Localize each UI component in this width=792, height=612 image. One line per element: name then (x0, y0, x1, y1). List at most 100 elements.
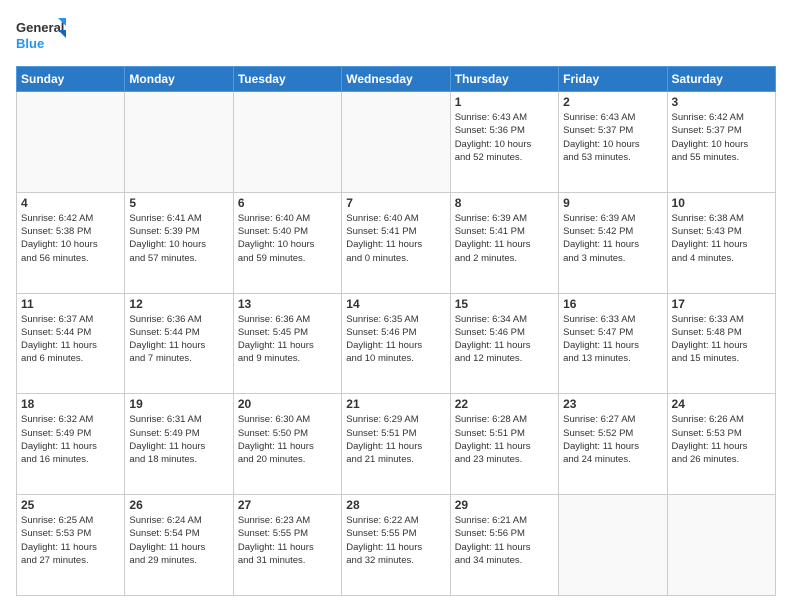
day-number: 20 (238, 397, 337, 411)
day-number: 25 (21, 498, 120, 512)
weekday-header: Thursday (450, 67, 558, 92)
weekday-header: Wednesday (342, 67, 450, 92)
weekday-header: Friday (559, 67, 667, 92)
day-info: Sunrise: 6:43 AMSunset: 5:36 PMDaylight:… (455, 111, 554, 164)
day-info: Sunrise: 6:22 AMSunset: 5:55 PMDaylight:… (346, 514, 445, 567)
day-info: Sunrise: 6:41 AMSunset: 5:39 PMDaylight:… (129, 212, 228, 265)
day-info: Sunrise: 6:39 AMSunset: 5:42 PMDaylight:… (563, 212, 662, 265)
calendar-cell: 18 Sunrise: 6:32 AMSunset: 5:49 PMDayligh… (17, 394, 125, 495)
calendar-cell: 16Sunrise: 6:33 AMSunset: 5:47 PMDayligh… (559, 293, 667, 394)
day-info: Sunrise: 6:25 AMSunset: 5:53 PMDaylight:… (21, 514, 120, 567)
calendar-cell (559, 495, 667, 596)
calendar-cell: 13 Sunrise: 6:36 AMSunset: 5:45 PMDayligh… (233, 293, 341, 394)
calendar-cell: 5Sunrise: 6:41 AMSunset: 5:39 PMDaylight… (125, 192, 233, 293)
calendar-cell: 28 Sunrise: 6:22 AMSunset: 5:55 PMDayligh… (342, 495, 450, 596)
day-number: 24 (672, 397, 771, 411)
calendar-cell: 26Sunrise: 6:24 AMSunset: 5:54 PMDayligh… (125, 495, 233, 596)
day-number: 22 (455, 397, 554, 411)
day-info: Sunrise: 6:36 AMSunset: 5:45 PMDaylight:… (238, 313, 337, 366)
day-info: Sunrise: 6:40 AMSunset: 5:40 PMDaylight:… (238, 212, 337, 265)
calendar-cell: 19Sunrise: 6:31 AMSunset: 5:49 PMDayligh… (125, 394, 233, 495)
calendar-cell: 29Sunrise: 6:21 AMSunset: 5:56 PMDayligh… (450, 495, 558, 596)
calendar-cell: 7 Sunrise: 6:40 AMSunset: 5:41 PMDaylight… (342, 192, 450, 293)
calendar-week-row: 4 Sunrise: 6:42 AMSunset: 5:38 PMDaylight… (17, 192, 776, 293)
calendar-table: SundayMondayTuesdayWednesdayThursdayFrid… (16, 66, 776, 596)
day-number: 1 (455, 95, 554, 109)
day-info: Sunrise: 6:27 AMSunset: 5:52 PMDaylight:… (563, 413, 662, 466)
calendar-cell: 25 Sunrise: 6:25 AMSunset: 5:53 PMDayligh… (17, 495, 125, 596)
day-number: 3 (672, 95, 771, 109)
day-info: Sunrise: 6:29 AMSunset: 5:51 PMDaylight:… (346, 413, 445, 466)
day-number: 4 (21, 196, 120, 210)
day-number: 29 (455, 498, 554, 512)
calendar-cell: 23Sunrise: 6:27 AMSunset: 5:52 PMDayligh… (559, 394, 667, 495)
day-number: 6 (238, 196, 337, 210)
calendar-cell: 20 Sunrise: 6:30 AMSunset: 5:50 PMDayligh… (233, 394, 341, 495)
weekday-header: Sunday (17, 67, 125, 92)
calendar-cell: 1 Sunrise: 6:43 AMSunset: 5:36 PMDaylight… (450, 92, 558, 193)
day-info: Sunrise: 6:42 AMSunset: 5:37 PMDaylight:… (672, 111, 771, 164)
calendar-cell: 17 Sunrise: 6:33 AMSunset: 5:48 PMDayligh… (667, 293, 775, 394)
day-number: 18 (21, 397, 120, 411)
day-info: Sunrise: 6:42 AMSunset: 5:38 PMDaylight:… (21, 212, 120, 265)
day-number: 27 (238, 498, 337, 512)
calendar-cell: 27 Sunrise: 6:23 AMSunset: 5:55 PMDayligh… (233, 495, 341, 596)
day-info: Sunrise: 6:23 AMSunset: 5:55 PMDaylight:… (238, 514, 337, 567)
logo: General Blue (16, 16, 66, 56)
day-info: Sunrise: 6:40 AMSunset: 5:41 PMDaylight:… (346, 212, 445, 265)
day-number: 13 (238, 297, 337, 311)
day-number: 21 (346, 397, 445, 411)
svg-text:Blue: Blue (16, 36, 44, 51)
calendar-cell: 10Sunrise: 6:38 AMSunset: 5:43 PMDayligh… (667, 192, 775, 293)
day-number: 12 (129, 297, 228, 311)
day-info: Sunrise: 6:30 AMSunset: 5:50 PMDaylight:… (238, 413, 337, 466)
day-info: Sunrise: 6:37 AMSunset: 5:44 PMDaylight:… (21, 313, 120, 366)
calendar-week-row: 11 Sunrise: 6:37 AMSunset: 5:44 PMDayligh… (17, 293, 776, 394)
calendar-cell: 8 Sunrise: 6:39 AMSunset: 5:41 PMDaylight… (450, 192, 558, 293)
day-info: Sunrise: 6:39 AMSunset: 5:41 PMDaylight:… (455, 212, 554, 265)
day-number: 11 (21, 297, 120, 311)
svg-text:General: General (16, 20, 64, 35)
day-info: Sunrise: 6:24 AMSunset: 5:54 PMDaylight:… (129, 514, 228, 567)
day-info: Sunrise: 6:26 AMSunset: 5:53 PMDaylight:… (672, 413, 771, 466)
day-info: Sunrise: 6:34 AMSunset: 5:46 PMDaylight:… (455, 313, 554, 366)
day-number: 8 (455, 196, 554, 210)
calendar-cell: 9 Sunrise: 6:39 AMSunset: 5:42 PMDaylight… (559, 192, 667, 293)
calendar-cell (667, 495, 775, 596)
weekday-header: Tuesday (233, 67, 341, 92)
day-number: 9 (563, 196, 662, 210)
day-number: 2 (563, 95, 662, 109)
calendar-cell (233, 92, 341, 193)
day-info: Sunrise: 6:35 AMSunset: 5:46 PMDaylight:… (346, 313, 445, 366)
day-info: Sunrise: 6:33 AMSunset: 5:48 PMDaylight:… (672, 313, 771, 366)
day-number: 16 (563, 297, 662, 311)
calendar-cell: 24 Sunrise: 6:26 AMSunset: 5:53 PMDayligh… (667, 394, 775, 495)
calendar-cell (342, 92, 450, 193)
day-info: Sunrise: 6:31 AMSunset: 5:49 PMDaylight:… (129, 413, 228, 466)
calendar-cell (125, 92, 233, 193)
day-info: Sunrise: 6:43 AMSunset: 5:37 PMDaylight:… (563, 111, 662, 164)
day-number: 15 (455, 297, 554, 311)
day-info: Sunrise: 6:28 AMSunset: 5:51 PMDaylight:… (455, 413, 554, 466)
calendar-cell (17, 92, 125, 193)
weekday-header: Saturday (667, 67, 775, 92)
day-number: 10 (672, 196, 771, 210)
calendar-cell: 2 Sunrise: 6:43 AMSunset: 5:37 PMDaylight… (559, 92, 667, 193)
calendar-week-row: 18 Sunrise: 6:32 AMSunset: 5:49 PMDayligh… (17, 394, 776, 495)
weekday-header: Monday (125, 67, 233, 92)
header: General Blue (16, 16, 776, 56)
calendar-week-row: 1 Sunrise: 6:43 AMSunset: 5:36 PMDaylight… (17, 92, 776, 193)
calendar-cell: 15 Sunrise: 6:34 AMSunset: 5:46 PMDayligh… (450, 293, 558, 394)
day-number: 7 (346, 196, 445, 210)
calendar-cell: 14Sunrise: 6:35 AMSunset: 5:46 PMDayligh… (342, 293, 450, 394)
calendar-cell: 4 Sunrise: 6:42 AMSunset: 5:38 PMDaylight… (17, 192, 125, 293)
calendar-header-row: SundayMondayTuesdayWednesdayThursdayFrid… (17, 67, 776, 92)
calendar-cell: 12 Sunrise: 6:36 AMSunset: 5:44 PMDayligh… (125, 293, 233, 394)
calendar-cell: 22 Sunrise: 6:28 AMSunset: 5:51 PMDayligh… (450, 394, 558, 495)
page: General Blue SundayMondayTuesdayWednesda… (0, 0, 792, 612)
calendar-cell: 3 Sunrise: 6:42 AMSunset: 5:37 PMDaylight… (667, 92, 775, 193)
day-info: Sunrise: 6:32 AMSunset: 5:49 PMDaylight:… (21, 413, 120, 466)
day-number: 17 (672, 297, 771, 311)
day-number: 28 (346, 498, 445, 512)
day-info: Sunrise: 6:36 AMSunset: 5:44 PMDaylight:… (129, 313, 228, 366)
